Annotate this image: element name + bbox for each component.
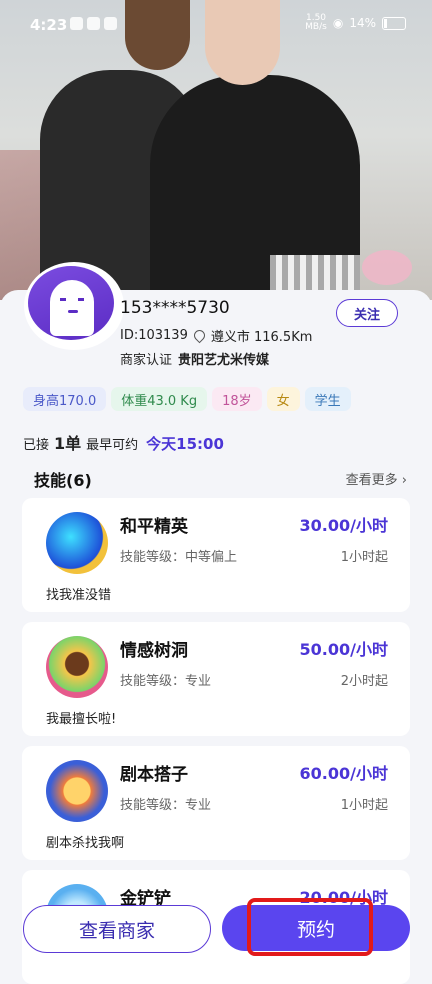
wifi-icon: ◉ [332, 16, 344, 30]
id-location-line: ID:103139 遵义市 116.5Km [120, 326, 312, 345]
skill-price: 30.00/小时 [299, 516, 388, 535]
skill-price: 60.00/小时 [299, 764, 388, 783]
tag-height: 身高170.0 [23, 387, 107, 411]
cert-name: 贵阳艺尤米传媒 [178, 353, 270, 368]
network-speed: 1.50 MB/s [305, 13, 327, 32]
bottom-action-bar: 查看商家 预约 [0, 890, 432, 964]
cert-label: 商家认证 [120, 353, 173, 368]
location-pin-icon [191, 327, 208, 344]
app-icon [104, 17, 117, 30]
battery-percent: 14% [349, 16, 376, 30]
battery-icon [382, 16, 406, 30]
ghost-avatar-icon [50, 280, 94, 336]
skill-price: 50.00/小时 [299, 640, 388, 659]
skill-name: 情感树洞 [120, 641, 188, 661]
status-bar: 4:23 1.50 MB/s ◉ 14% [0, 0, 432, 50]
tag-weight: 体重43.0 Kg [111, 387, 208, 411]
skill-name: 和平精英 [120, 517, 188, 537]
tag-occupation: 学生 [304, 387, 351, 411]
follow-button[interactable]: 关注 [336, 299, 398, 327]
status-app-icons [70, 17, 117, 30]
location-distance: 遵义市 116.5Km [210, 330, 313, 345]
skill-description: 我最擅长啦! [46, 712, 117, 727]
earliest-time: 今天15:00 [146, 435, 224, 453]
status-time: 4:23 [30, 16, 68, 34]
skills-title: 技能(6) [34, 471, 92, 490]
skill-description: 剧本杀找我啊 [46, 836, 125, 851]
avatar[interactable] [24, 262, 124, 350]
earliest-label: 最早可约 [86, 438, 139, 453]
tiktok-icon [87, 17, 100, 30]
notification-icon [70, 17, 83, 30]
skill-level: 技能等级：中等偏上 [120, 550, 238, 565]
tree-hole-icon [46, 636, 108, 698]
skill-card[interactable]: 剧本搭子 60.00/小时 技能等级：专业 1小时起 剧本杀找我啊 [22, 746, 410, 860]
script-book-icon [46, 760, 108, 822]
skill-description: 找我准没错 [46, 588, 112, 603]
merchant-certification: 商家认证 贵阳艺尤米传媒 [120, 349, 269, 368]
book-button[interactable]: 预约 [222, 905, 410, 951]
skill-name: 剧本搭子 [120, 765, 188, 785]
tag-gender: 女 [266, 387, 300, 411]
tag-age: 18岁 [212, 387, 262, 411]
skill-level: 技能等级：专业 [120, 674, 212, 689]
order-info: 已接 1单 最早可约 今天15:00 [23, 430, 224, 454]
user-id: ID:103139 [120, 328, 188, 343]
orders-prefix: 已接 [23, 438, 50, 453]
game-peace-elite-icon [46, 512, 108, 574]
view-more-link[interactable]: 查看更多 › [346, 469, 407, 488]
orders-count: 1单 [54, 434, 82, 453]
hero-pink-object [362, 250, 412, 285]
skill-card[interactable]: 和平精英 30.00/小时 技能等级：中等偏上 1小时起 找我准没错 [22, 498, 410, 612]
skill-card[interactable]: 情感树洞 50.00/小时 技能等级：专业 2小时起 我最擅长啦! [22, 622, 410, 736]
view-merchant-button[interactable]: 查看商家 [23, 905, 211, 953]
skill-minimum: 1小时起 [340, 550, 388, 565]
skill-level: 技能等级：专业 [120, 798, 212, 813]
status-right: 1.50 MB/s ◉ 14% [305, 14, 406, 32]
skill-minimum: 2小时起 [340, 674, 388, 689]
profile-tags: 身高170.0 体重43.0 Kg 18岁 女 学生 [23, 387, 351, 411]
skill-minimum: 1小时起 [340, 798, 388, 813]
username: 153****5730 [120, 298, 230, 318]
